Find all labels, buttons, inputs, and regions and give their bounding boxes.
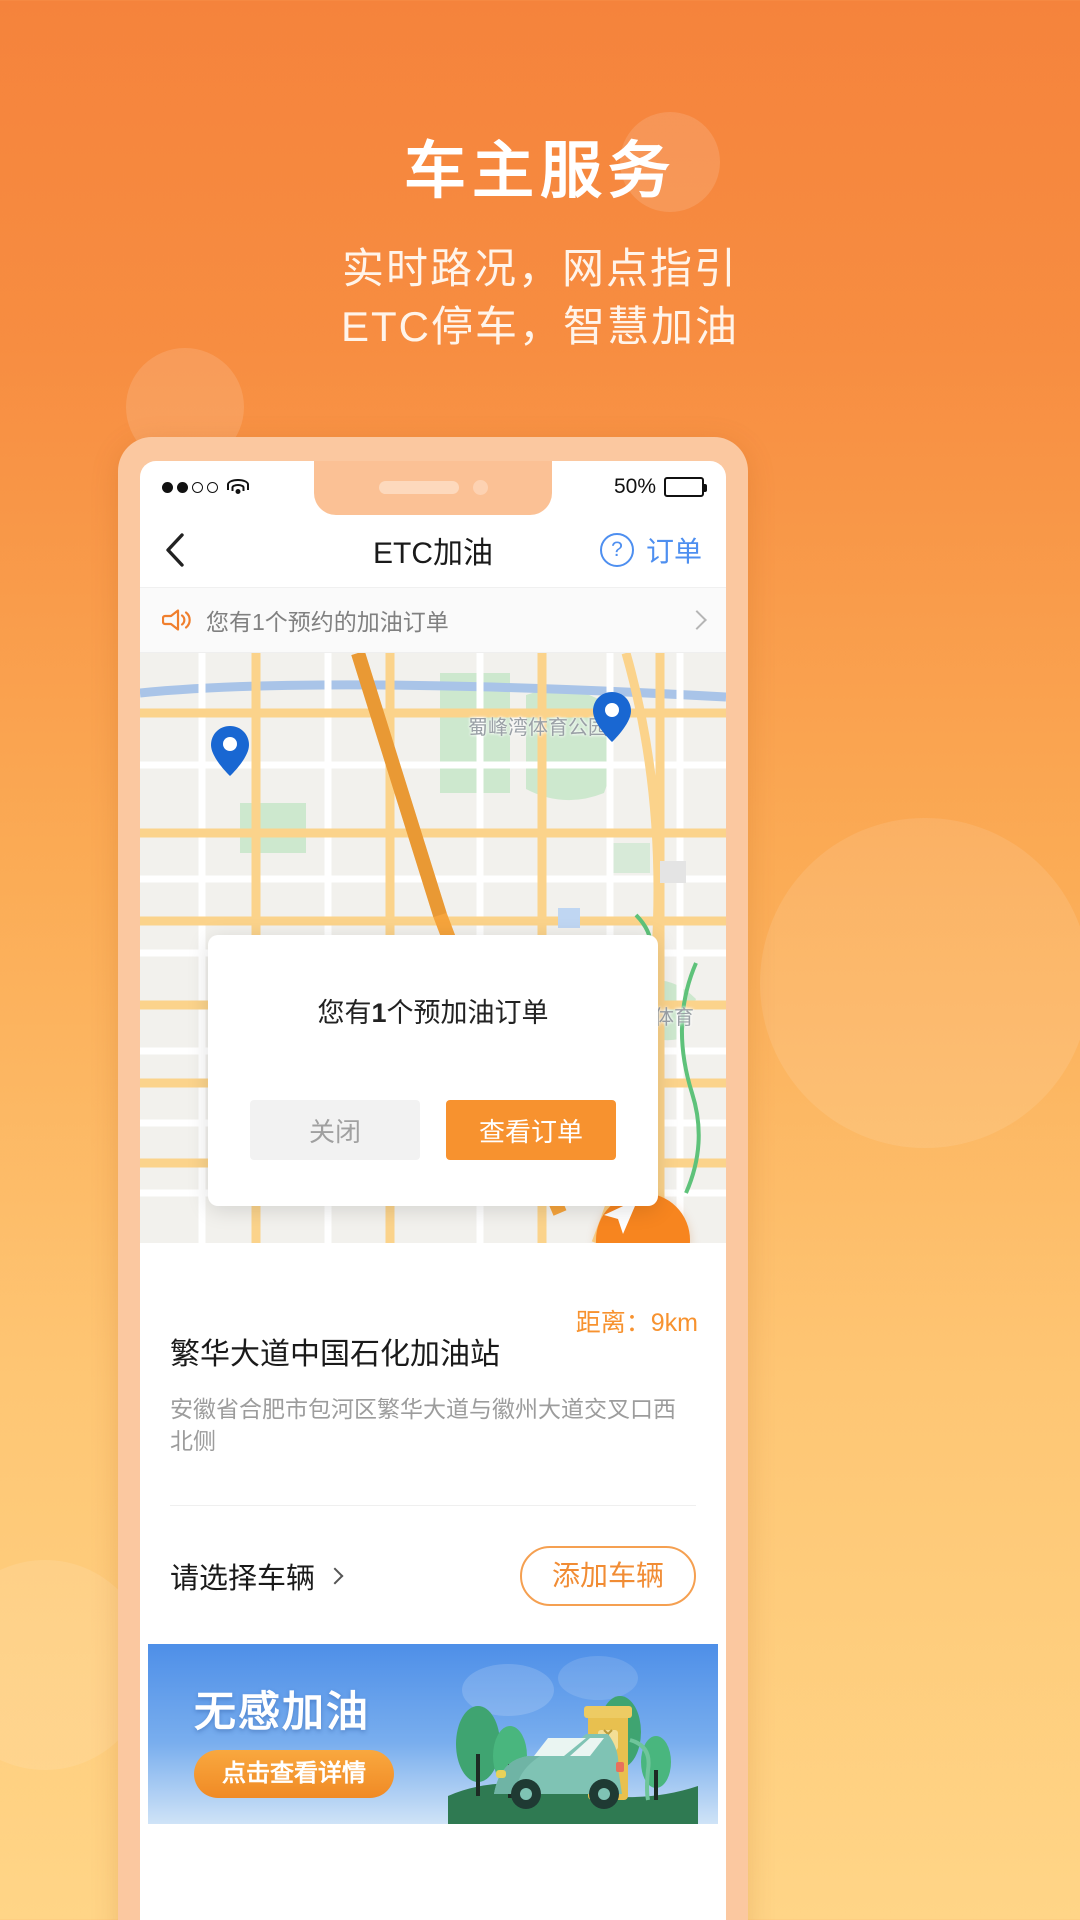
signal-dots-icon: [162, 481, 218, 493]
select-vehicle-label: 请选择车辆: [170, 1563, 316, 1596]
dialog-message: 您有1个预加油订单: [208, 991, 658, 1030]
car-and-fuel-pump-illustration: [448, 1656, 698, 1825]
status-bar-right: 50%: [613, 475, 707, 499]
dialog-message-suffix: 个预加油订单: [386, 998, 549, 1028]
station-address: 安徽省合肥市包河区繁华大道与徽州大道交叉口西北侧: [170, 1396, 676, 1455]
station-card: 距离：9km 繁华大道中国石化加油站 安徽省合肥市包河区繁华大道与徽州大道交叉口…: [140, 1243, 726, 1507]
map-view[interactable]: 蜀峰湾体育公园 合肥体育 您有1个预加油订单 关闭 查看订单: [140, 653, 726, 1243]
ad-title: 无感加油: [194, 1688, 371, 1736]
ad-cta-button[interactable]: 点击查看详情: [194, 1750, 394, 1799]
distance-label: 距离：9km: [575, 1309, 698, 1337]
chevron-right-icon: [326, 1567, 344, 1585]
notice-banner[interactable]: 您有1个预约的加油订单: [140, 587, 726, 653]
question-mark-icon[interactable]: ?: [599, 533, 634, 567]
app-navbar: ETC加油 ? 订单: [140, 513, 726, 587]
dialog-message-count: 1: [371, 998, 387, 1028]
card-divider: [170, 1505, 696, 1507]
notice-text: 您有1个预约的加油订单: [206, 609, 449, 635]
navbar-actions: ? 订单: [599, 530, 702, 570]
notch-camera: [472, 479, 488, 495]
dialog-actions: 关闭 查看订单: [208, 1100, 658, 1160]
back-button[interactable]: [164, 533, 204, 567]
close-button[interactable]: 关闭: [250, 1100, 420, 1160]
phone-notch: [314, 461, 552, 515]
view-order-button[interactable]: 查看订单: [446, 1100, 616, 1160]
wifi-icon: [227, 478, 249, 496]
map-pin-station[interactable]: [210, 725, 250, 777]
decor-circle-right: [760, 818, 1080, 1148]
status-bar-left: [162, 478, 249, 496]
dialog-message-prefix: 您有: [317, 998, 372, 1028]
orders-link[interactable]: 订单: [646, 530, 702, 570]
promo-ad-banner[interactable]: 无感加油 点击查看详情: [148, 1644, 718, 1825]
promo-subtitle-line2: ETC停车，智慧加油: [340, 303, 739, 351]
map-pin-selected[interactable]: [592, 691, 632, 743]
megaphone-icon: [161, 607, 192, 633]
promo-header: 车主服务 实时路况，网点指引 ETC停车，智慧加油: [0, 0, 1080, 356]
add-vehicle-button[interactable]: 添加车辆: [519, 1546, 696, 1607]
vehicle-row: 请选择车辆 添加车辆: [140, 1506, 726, 1645]
pre-order-dialog: 您有1个预加油订单 关闭 查看订单: [208, 935, 658, 1206]
phone-mockup: 50% ETC加油 ? 订单 您有1个预约的加油订单 蜀峰湾体育公园 您有1个预…: [118, 437, 748, 1920]
battery-half-icon: [664, 477, 707, 497]
phone-screen: 50% ETC加油 ? 订单 您有1个预约的加油订单 蜀峰湾体育公园 您有1个预…: [140, 461, 726, 1920]
promo-subtitle: 实时路况，网点指引 ETC停车，智慧加油: [0, 240, 1080, 356]
promo-title: 车主服务: [403, 137, 676, 206]
map-label: 蜀峰湾体育公园: [468, 717, 608, 739]
select-vehicle-button[interactable]: 请选择车辆: [170, 1555, 344, 1597]
battery-percent: 50%: [613, 475, 656, 498]
chevron-right-icon[interactable]: [687, 610, 707, 630]
promo-subtitle-line1: 实时路况，网点指引: [341, 245, 738, 293]
notch-speaker: [378, 480, 459, 494]
chevron-left-icon: [166, 533, 184, 567]
